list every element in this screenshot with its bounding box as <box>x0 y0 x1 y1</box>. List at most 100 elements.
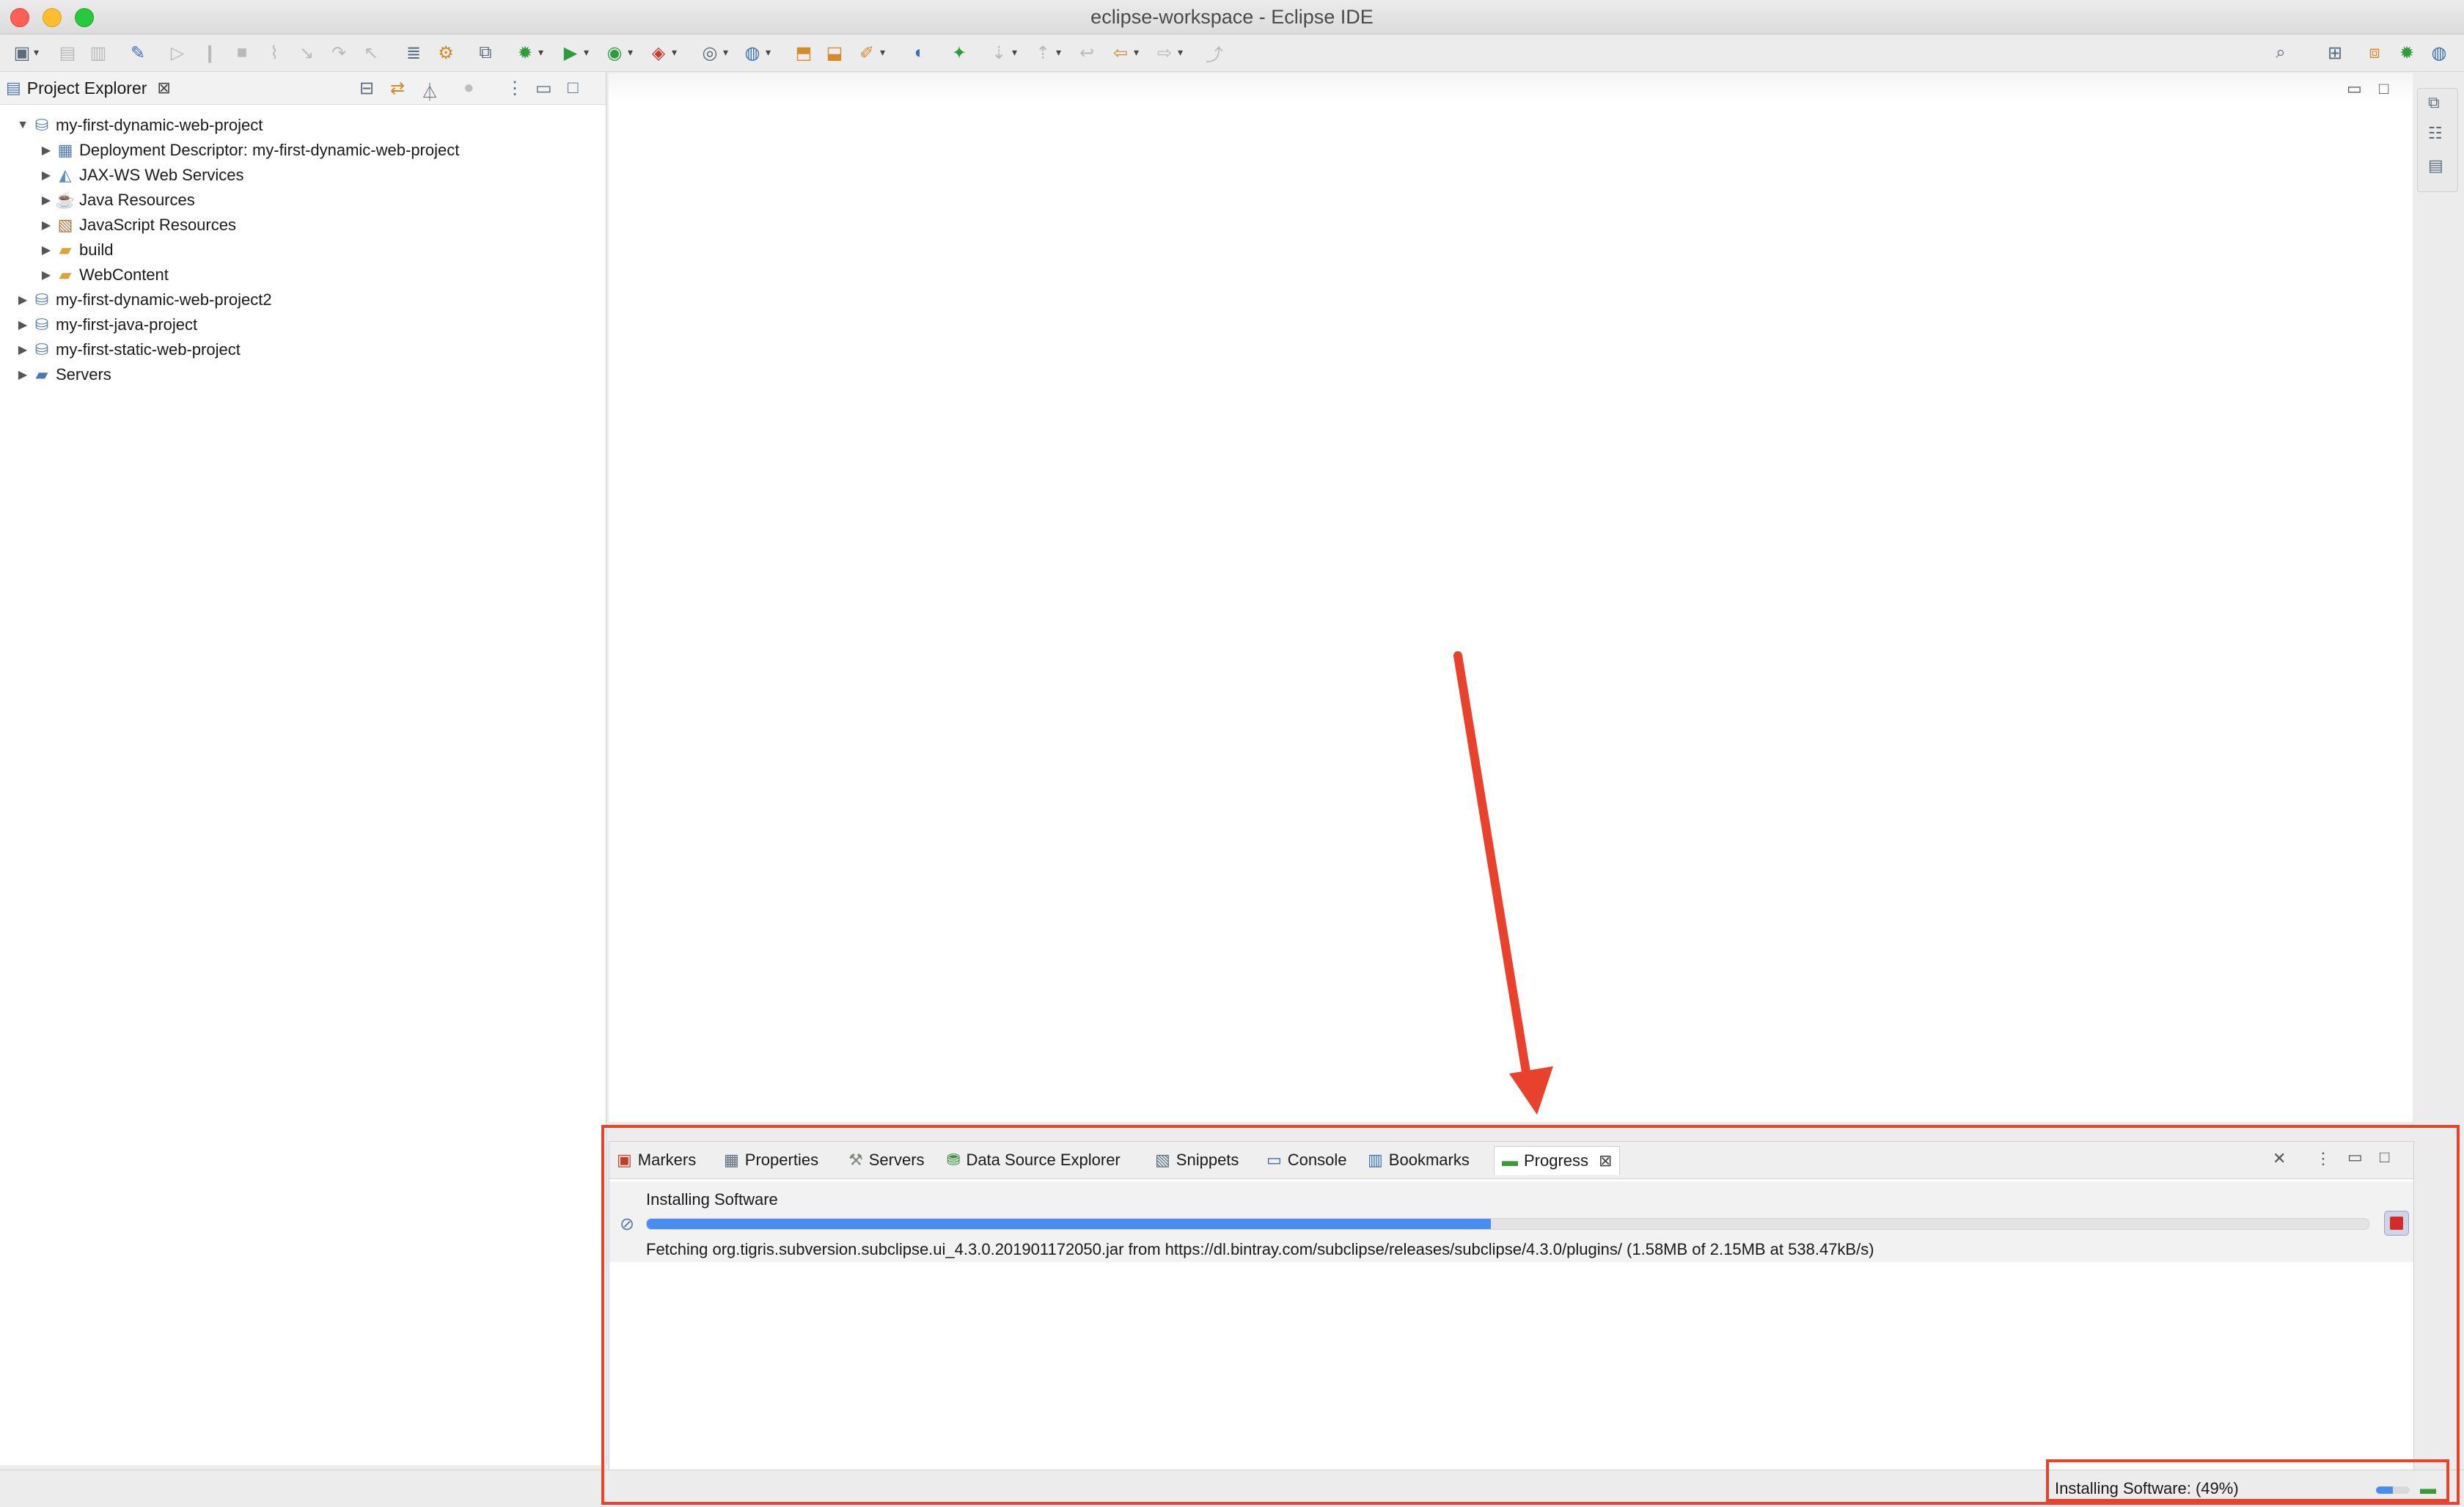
pin-editor-icon[interactable]: ⤴ <box>1203 41 1226 65</box>
open-perspective-icon[interactable]: ⊞ <box>2323 41 2347 65</box>
tree-item-servers[interactable]: ▶ ▰ Servers <box>15 362 111 387</box>
link-with-editor-icon[interactable]: ⇄ <box>390 78 405 99</box>
maximize-icon[interactable]: □ <box>2379 79 2388 98</box>
open-type-icon[interactable]: ⧉ <box>474 41 497 65</box>
search-icon[interactable]: ⌕ <box>2269 41 2292 65</box>
collapsed-arrow-icon[interactable]: ▶ <box>15 318 31 332</box>
debug-dropdown-icon[interactable]: ▾ <box>538 46 543 59</box>
suspend-icon[interactable]: ❙ <box>198 41 221 65</box>
generate-icon[interactable]: ⚙ <box>434 41 458 65</box>
close-icon[interactable]: ⊠ <box>157 78 170 98</box>
coverage-dropdown-icon[interactable]: ▾ <box>628 46 633 59</box>
tree-item-javascript-resources[interactable]: ▶ ▧ JavaScript Resources <box>38 213 236 238</box>
restore-icon[interactable]: ⧉ <box>2428 93 2440 112</box>
debug-icon[interactable]: ✹ <box>513 41 537 65</box>
tree-item-jax-ws-web-services[interactable]: ▶ ◭ JAX-WS Web Services <box>38 163 244 188</box>
tree-item-build[interactable]: ▶ ▰ build <box>38 238 114 263</box>
tree-item-java-resources[interactable]: ▶ ☕ Java Resources <box>38 188 195 213</box>
collapsed-arrow-icon[interactable]: ▶ <box>38 168 54 183</box>
editor-area[interactable]: ▭ □ <box>609 73 2413 1122</box>
debug-perspective-icon[interactable]: ✹ <box>2395 41 2419 65</box>
folder-icon: ▰ <box>35 365 48 384</box>
new-web-icon[interactable]: ◍ <box>741 41 764 65</box>
tree-item-label: my-first-dynamic-web-project2 <box>56 290 272 309</box>
tree-item-label: build <box>79 241 114 259</box>
new-server-dropdown-icon[interactable]: ▾ <box>723 46 728 59</box>
tree-item-label: my-first-static-web-project <box>56 340 241 359</box>
focus-icon[interactable]: ● <box>463 78 474 98</box>
search-java-icon[interactable]: ✦ <box>947 41 971 65</box>
java-project-icon: ⛁ <box>34 315 49 334</box>
pencil-dropdown-icon[interactable]: ▾ <box>880 46 885 59</box>
open-resource-icon[interactable]: ⬓ <box>823 41 846 65</box>
collapsed-arrow-icon[interactable]: ▶ <box>38 243 54 257</box>
collapsed-arrow-icon[interactable]: ▶ <box>38 193 54 208</box>
minimize-icon[interactable]: ▭ <box>535 78 552 99</box>
pencil-icon[interactable]: ✐ <box>855 41 879 65</box>
run-dropdown-icon[interactable]: ▾ <box>584 46 589 59</box>
outline-icon[interactable]: ☷ <box>2428 124 2443 143</box>
tree-item-my-first-dynamic-web-project2[interactable]: ▶ ⛁ my-first-dynamic-web-project2 <box>15 287 272 312</box>
tree-item-webcontent[interactable]: ▶ ▰ WebContent <box>38 263 169 287</box>
project-explorer-icon: ▤ <box>6 78 21 97</box>
tree-item-label: my-first-java-project <box>56 315 198 334</box>
expanded-arrow-icon[interactable]: ▼ <box>15 119 31 132</box>
project-explorer-tab[interactable]: ▤ Project Explorer ⊠ <box>6 75 171 101</box>
external-tools-dropdown-icon[interactable]: ▾ <box>672 46 677 59</box>
web-perspective-icon[interactable]: ◍ <box>2427 41 2451 65</box>
disconnect-icon[interactable]: ⌇ <box>263 41 286 65</box>
project-explorer-tab-label: Project Explorer <box>26 78 147 98</box>
forward-dropdown-icon[interactable]: ▾ <box>1178 46 1183 59</box>
collapsed-arrow-icon[interactable]: ▶ <box>38 143 54 158</box>
terminate-icon[interactable]: ■ <box>230 41 254 65</box>
open-folder-icon[interactable]: ⬒ <box>792 41 815 65</box>
java-ee-perspective-icon[interactable]: ⧈ <box>2363 41 2386 65</box>
folder-icon: ▰ <box>59 241 72 259</box>
tree-item-my-first-static-web-project[interactable]: ▶ ⛁ my-first-static-web-project <box>15 337 241 362</box>
previous-annotation-dropdown-icon[interactable]: ▾ <box>1056 46 1061 59</box>
collapsed-arrow-icon[interactable]: ▶ <box>15 293 31 307</box>
next-annotation-dropdown-icon[interactable]: ▾ <box>1012 46 1017 59</box>
resume-icon[interactable]: ▷ <box>166 41 189 65</box>
minimize-icon[interactable]: ▭ <box>2347 79 2362 98</box>
open-task-icon[interactable]: ≣ <box>402 41 425 65</box>
filter-icon[interactable]: ⏃ <box>421 78 439 103</box>
collapsed-arrow-icon[interactable]: ▶ <box>15 367 31 382</box>
tree-item-label: JAX-WS Web Services <box>79 166 244 184</box>
collapsed-arrow-icon[interactable]: ▶ <box>38 268 54 282</box>
previous-annotation-icon[interactable]: ⇡ <box>1031 41 1055 65</box>
tree-item-label: Deployment Descriptor: my-first-dynamic-… <box>79 141 460 159</box>
coverage-icon[interactable]: ◉ <box>603 41 626 65</box>
forward-icon[interactable]: ⇨ <box>1153 41 1176 65</box>
run-icon[interactable]: ▶ <box>559 41 582 65</box>
tree-item-label: Java Resources <box>79 191 195 209</box>
save-icon[interactable]: ▤ <box>56 41 79 65</box>
step-into-icon[interactable]: ↘ <box>295 41 318 65</box>
tree-item-label: WebContent <box>79 265 169 284</box>
collapse-all-icon[interactable]: ⊟ <box>359 78 374 99</box>
toggle-breakpoint-icon[interactable]: ✎ <box>126 41 150 65</box>
new-server-icon[interactable]: ◎ <box>698 41 722 65</box>
new-dropdown-icon[interactable]: ▾ <box>34 46 39 59</box>
annotation-box-status <box>2046 1459 2449 1502</box>
back-icon[interactable]: ⇦ <box>1109 41 1132 65</box>
tree-item-deployment-descriptor[interactable]: ▶ ▦ Deployment Descriptor: my-first-dyna… <box>38 138 460 163</box>
tree-item-my-first-java-project[interactable]: ▶ ⛁ my-first-java-project <box>15 312 197 337</box>
globe-icon[interactable]: ◐ <box>908 41 931 65</box>
new-icon[interactable]: ▣ <box>10 41 34 65</box>
step-return-icon[interactable]: ↖ <box>359 41 383 65</box>
maximize-icon[interactable]: □ <box>568 78 579 98</box>
new-web-dropdown-icon[interactable]: ▾ <box>766 46 771 59</box>
folder-icon: ▰ <box>59 265 72 284</box>
step-over-icon[interactable]: ↷ <box>327 41 351 65</box>
collapsed-arrow-icon[interactable]: ▶ <box>15 342 31 357</box>
next-annotation-icon[interactable]: ⇣ <box>987 41 1011 65</box>
tree-item-my-first-dynamic-web-project[interactable]: ▼ ⛁ my-first-dynamic-web-project <box>15 113 263 138</box>
collapsed-arrow-icon[interactable]: ▶ <box>38 218 54 232</box>
save-all-icon[interactable]: ▥ <box>87 41 110 65</box>
task-list-icon[interactable]: ▤ <box>2428 156 2443 175</box>
back-dropdown-icon[interactable]: ▾ <box>1134 46 1139 59</box>
external-tools-icon[interactable]: ◈ <box>647 41 670 65</box>
view-menu-icon[interactable]: ⋮ <box>506 78 524 99</box>
last-edit-icon[interactable]: ↩ <box>1075 41 1099 65</box>
